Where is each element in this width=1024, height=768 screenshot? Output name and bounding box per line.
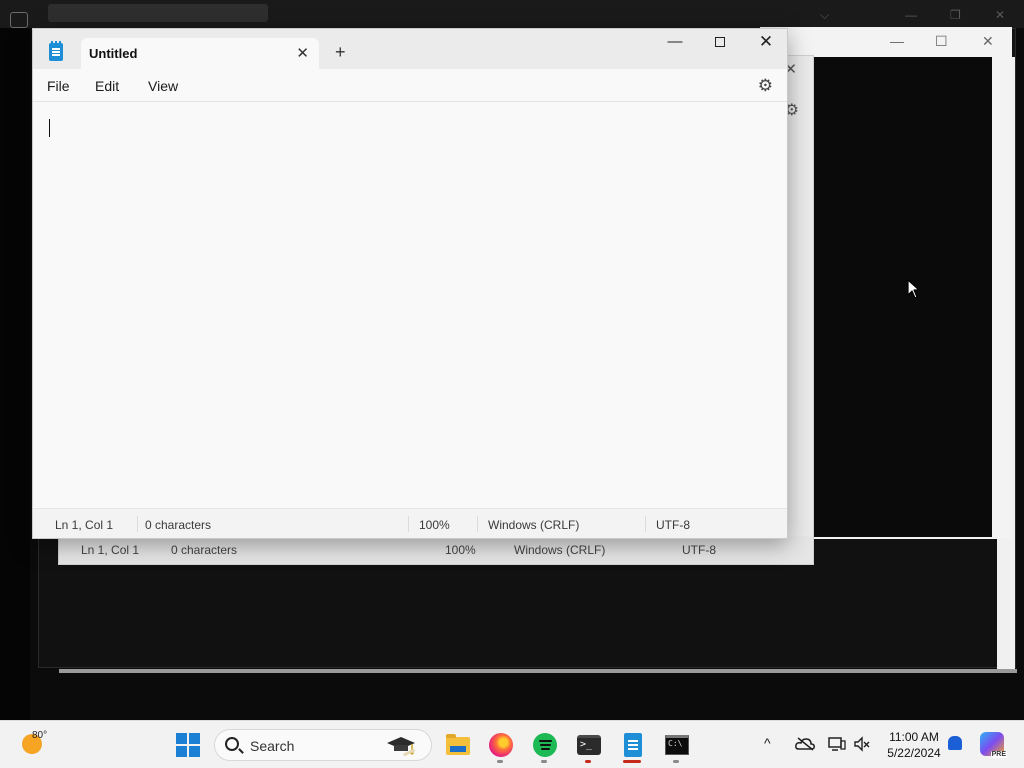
clock-time: 11:00 AM: [889, 730, 939, 744]
notepad-app-icon: [49, 41, 63, 61]
background-chevron-icon: ⌵: [820, 8, 830, 22]
tab-untitled[interactable]: Untitled ✕: [81, 38, 319, 69]
spotify-icon[interactable]: [531, 731, 559, 759]
folder-shape: [446, 734, 470, 755]
notepad-window[interactable]: Untitled ✕ + — ✕ File Edit View ⚙ Ln 1, …: [32, 28, 788, 539]
background-restore-icon: ❐: [950, 8, 961, 22]
minimize-button[interactable]: —: [652, 31, 698, 57]
status-encoding[interactable]: UTF-8: [656, 518, 690, 532]
spotify-wave: [541, 748, 550, 750]
close-button[interactable]: ✕: [743, 31, 789, 57]
status-position: Ln 1, Col 1: [55, 518, 114, 532]
spotify-logo: [533, 733, 557, 757]
menu-view[interactable]: View: [148, 78, 178, 94]
windows-logo-tile: [189, 746, 200, 757]
maximize-button[interactable]: [697, 31, 743, 57]
notepad-titlebar[interactable]: Untitled ✕ + — ✕: [33, 29, 787, 69]
volume-muted-icon[interactable]: [853, 736, 871, 752]
menu-edit[interactable]: Edit: [95, 78, 119, 94]
terminal-logo: [577, 735, 601, 755]
status-zoom[interactable]: 100%: [419, 518, 450, 532]
weather-temperature[interactable]: 80°: [32, 730, 47, 741]
background-notepad-statusbar: Ln 1, Col 1 0 characters 100% Windows (C…: [59, 536, 813, 564]
windows-logo-tile: [189, 733, 200, 744]
menu-file[interactable]: File: [47, 78, 70, 94]
tab-close-icon[interactable]: ✕: [296, 44, 309, 62]
status-divider: [137, 516, 138, 532]
background-close-icon[interactable]: ✕: [982, 33, 994, 50]
search-placeholder: Search: [250, 738, 295, 754]
search-icon: [225, 737, 239, 751]
text-editor-area[interactable]: [33, 103, 787, 508]
maximize-icon: [715, 37, 725, 47]
terminal-icon[interactable]: [575, 731, 603, 759]
notification-bell-icon[interactable]: [948, 736, 962, 750]
clock-date: 5/22/2024: [887, 746, 941, 760]
background-close-icon: ✕: [995, 8, 1006, 22]
background-window-scrollbar[interactable]: [992, 57, 1006, 537]
tray-overflow-chevron-icon[interactable]: ^: [764, 735, 771, 751]
background-terminal-scrollbar-horizontal[interactable]: [59, 669, 1017, 673]
menu-bar: File Edit View ⚙: [33, 69, 787, 102]
background-minimize-icon[interactable]: —: [890, 33, 904, 49]
file-explorer-icon[interactable]: [444, 731, 472, 759]
background-window-titlebar: ⌵ — ❐ ✕: [0, 0, 1024, 28]
status-divider: [645, 516, 646, 532]
windows-logo-tile: [176, 733, 187, 744]
taskbar: 80° Search ^: [0, 720, 1024, 768]
taskbar-clock[interactable]: 11:00 AM 5/22/2024: [878, 729, 950, 761]
command-prompt-logo: [665, 735, 689, 755]
background-status-position: Ln 1, Col 1: [81, 543, 140, 557]
background-blurred-title: [48, 4, 268, 22]
new-tab-button[interactable]: +: [335, 42, 346, 63]
running-indicator: [673, 760, 679, 763]
notepad-icon[interactable]: [619, 731, 647, 759]
background-window-content: [796, 57, 992, 537]
spotify-wave: [540, 744, 551, 746]
network-icon[interactable]: [828, 736, 846, 752]
background-left-column: [0, 28, 30, 720]
status-divider: [408, 516, 409, 532]
taskbar-search-box[interactable]: Search: [214, 729, 432, 761]
settings-gear-icon[interactable]: ⚙: [758, 76, 773, 96]
copilot-badge: PRE: [990, 751, 1007, 758]
background-app-icon: [10, 12, 28, 28]
status-divider: [477, 516, 478, 532]
running-indicator: [585, 760, 591, 763]
running-indicator: [541, 760, 547, 763]
status-line-endings[interactable]: Windows (CRLF): [488, 518, 579, 532]
firefox-logo: [489, 733, 513, 757]
search-highlight-graduation-cap-icon: [387, 737, 416, 757]
status-bar: Ln 1, Col 1 0 characters 100% Windows (C…: [33, 508, 787, 538]
status-characters: 0 characters: [145, 518, 212, 532]
background-status-encoding: UTF-8: [682, 543, 716, 557]
windows-logo-tile: [176, 746, 187, 757]
text-caret: [49, 119, 50, 137]
background-status-zoom: 100%: [445, 543, 476, 557]
onedrive-offline-icon[interactable]: [795, 737, 815, 751]
background-minimize-icon: —: [905, 8, 917, 22]
background-status-line-endings: Windows (CRLF): [514, 543, 606, 557]
notepad-logo: [624, 733, 642, 757]
background-maximize-icon[interactable]: ☐: [935, 33, 948, 50]
running-indicator: [497, 760, 503, 763]
command-prompt-icon[interactable]: [663, 731, 691, 759]
active-indicator: [623, 760, 641, 763]
spotify-wave: [539, 740, 552, 742]
start-button[interactable]: [176, 733, 200, 757]
background-status-characters: 0 characters: [171, 543, 238, 557]
copilot-icon[interactable]: PRE: [980, 732, 1007, 758]
firefox-icon[interactable]: [487, 731, 515, 759]
tab-title: Untitled: [89, 46, 138, 61]
